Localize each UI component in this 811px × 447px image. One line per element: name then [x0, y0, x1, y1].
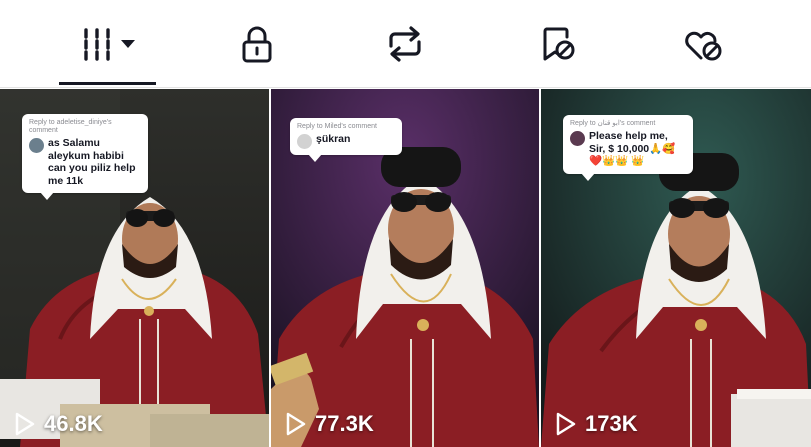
video-tile[interactable]: Reply to ابو قنان's comment Please help …	[541, 89, 811, 447]
view-count: 77.3K	[285, 411, 374, 437]
reply-to-label: Reply to ابو قنان's comment	[570, 120, 656, 127]
reply-comment-bubble: Reply to ابو قنان's comment Please help …	[563, 115, 693, 180]
comment-text: Please help me, Sir, $ 10,000🙏🥰❤️👑👑 👑	[589, 130, 676, 167]
video-grid: Reply to adeletise_diniye's comment as S…	[0, 89, 811, 447]
tab-liked[interactable]	[660, 0, 746, 88]
tab-videos[interactable]	[59, 0, 156, 88]
reply-to-label: Reply to adeletise_diniye's comment	[29, 119, 112, 134]
video-tile[interactable]: Reply to adeletise_diniye's comment as S…	[0, 89, 269, 447]
view-count-text: 46.8K	[44, 411, 103, 436]
tab-private[interactable]	[215, 0, 299, 88]
play-icon	[286, 412, 306, 436]
heart-slash-icon	[681, 24, 725, 64]
comment-text: şükran	[316, 133, 351, 145]
video-tile[interactable]: Reply to Miled's comment şükran 77.3K	[271, 89, 539, 447]
view-count-text: 77.3K	[315, 411, 374, 436]
view-count: 173K	[555, 411, 638, 437]
tab-reposts[interactable]	[362, 0, 448, 88]
bookmark-slash-icon	[537, 24, 577, 64]
reply-comment-bubble: Reply to adeletise_diniye's comment as S…	[22, 114, 148, 200]
profile-tab-bar	[0, 0, 811, 88]
tab-saved[interactable]	[514, 0, 600, 88]
play-icon	[556, 412, 576, 436]
repost-icon	[383, 24, 427, 64]
reply-to-label: Reply to Miled's comment	[297, 123, 377, 130]
avatar	[570, 131, 585, 146]
view-count: 46.8K	[14, 411, 103, 437]
avatar	[29, 138, 44, 153]
chevron-down-icon[interactable]	[120, 39, 136, 49]
view-count-text: 173K	[585, 411, 638, 436]
selected-tab-indicator	[59, 82, 156, 85]
lock-icon	[237, 24, 277, 64]
play-icon	[15, 412, 35, 436]
reply-comment-bubble: Reply to Miled's comment şükran	[290, 118, 402, 162]
avatar	[297, 134, 312, 149]
comment-text: as Salamu aleykum habibi can you piliz h…	[48, 137, 136, 187]
